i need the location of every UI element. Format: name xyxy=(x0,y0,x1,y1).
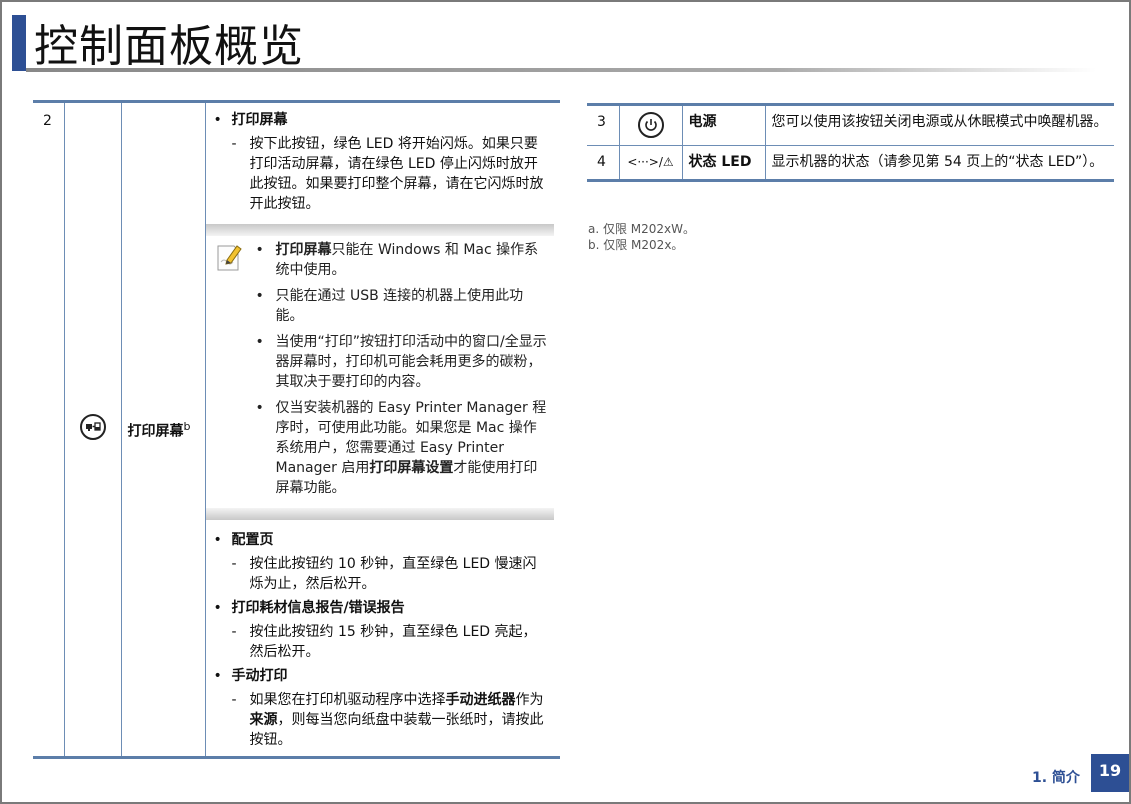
row-number: 2 xyxy=(33,101,65,758)
sub-text: 按住此按钮约 15 秒钟，直至绿色 LED 亮起，然后松开。 xyxy=(249,624,537,660)
title-accent-bar xyxy=(12,15,26,71)
row-name-cell: 打印屏幕b xyxy=(121,101,206,758)
power-icon xyxy=(637,112,664,138)
row-name: 状态 LED xyxy=(682,145,766,181)
sub-item: - 按住此按钮约 10 秒钟，直至绿色 LED 慢速闪烁为止，然后松开。 xyxy=(231,556,537,592)
note-box: • 打印屏幕只能在 Windows 和 Mac 操作系统中使用。 • 只能在通过 U… xyxy=(205,224,554,520)
bullet-title: 手动打印 xyxy=(231,668,288,684)
row-icon-cell xyxy=(619,104,683,146)
note-item: • 只能在通过 USB 连接的机器上使用此功能。 xyxy=(255,288,524,324)
note-text: 当使用“打印”按钮打印活动中的窗口/全显示器屏幕时，打印机可能会耗用更多的碳粉，… xyxy=(275,334,547,390)
note-top-shade xyxy=(205,224,554,236)
row-description: 您可以使用该按钮关闭电源或从休眠模式中唤醒机器。 xyxy=(771,114,1108,130)
bullet-config-page: • 配置页 xyxy=(206,530,555,550)
control-panel-table: 2 打印屏幕b • 打印屏幕 - 按下此按钮，绿色 LED 将开始闪烁。如果只要… xyxy=(33,100,560,759)
footnotes: a. 仅限 M202xW。 b. 仅限 M202x。 xyxy=(588,221,695,253)
row-name: 打印屏幕 xyxy=(127,423,184,440)
note-text: 只能在通过 USB 连接的机器上使用此功能。 xyxy=(275,288,524,324)
page-title: 控制面板概览 xyxy=(34,21,304,72)
table-row: 2 打印屏幕b • 打印屏幕 - 按下此按钮，绿色 LED 将开始闪烁。如果只要… xyxy=(33,101,560,758)
row-number: 4 xyxy=(587,145,620,181)
table-row: 3 电源 您可以使用该按钮关闭电源或从休眠模式中唤醒机器。 xyxy=(587,104,1114,146)
table-row: 4 <···>/⚠ 状态 LED 显示机器的状态（请参见第 54 页上的“状态 … xyxy=(587,145,1114,181)
bullet-manual-print: • 手动打印 xyxy=(206,666,555,686)
row-description: 显示机器的状态（请参见第 54 页上的“状态 LED”）。 xyxy=(765,145,1114,181)
sub-text: ，则每当您向纸盘中装载一张纸时，请按此按钮。 xyxy=(249,712,544,748)
row-description: • 打印屏幕 - 按下此按钮，绿色 LED 将开始闪烁。如果只要打印活动屏幕，请在绿… xyxy=(205,102,560,758)
note-item: • 打印屏幕只能在 Windows 和 Mac 操作系统中使用。 xyxy=(255,242,539,278)
footnote-ref: b xyxy=(183,420,191,434)
sub-text: 按下此按钮，绿色 LED 将开始闪烁。如果只要打印活动屏幕，请在绿色 LED 停… xyxy=(249,136,544,212)
footnote: b. 仅限 M202x。 xyxy=(588,238,684,252)
sub-text: 如果您在打印机驱动程序中选择 xyxy=(249,692,446,708)
sub-text: 按住此按钮约 10 秒钟，直至绿色 LED 慢速闪烁为止，然后松开。 xyxy=(249,556,537,592)
note-bold: 打印屏幕 xyxy=(275,242,332,258)
status-led-icon: <···>/⚠ xyxy=(619,145,683,181)
sub-item: - 按住此按钮约 15 秒钟，直至绿色 LED 亮起，然后松开。 xyxy=(231,624,537,660)
sub-item: - 如果您在打印机驱动程序中选择手动进纸器作为来源，则每当您向纸盘中装载一张纸时，… xyxy=(231,692,544,748)
bullet-title: 配置页 xyxy=(231,532,274,548)
sub-text: 作为 xyxy=(515,692,544,708)
note-bottom-shade xyxy=(205,508,554,520)
row-number: 3 xyxy=(587,104,620,146)
row-icon-cell xyxy=(64,101,122,758)
bullet-print-screen: • 打印屏幕 xyxy=(206,110,555,130)
page-number-badge: 19 xyxy=(1091,754,1129,792)
row-name: 电源 xyxy=(682,104,766,146)
control-panel-table-continued: 3 电源 您可以使用该按钮关闭电源或从休眠模式中唤醒机器。 4 <···>/⚠ … xyxy=(587,103,1114,182)
note-item: • 仅当安装机器的 Easy Printer Manager 程序时，可使用此功能… xyxy=(255,400,547,496)
note-item: • 当使用“打印”按钮打印活动中的窗口/全显示器屏幕时，打印机可能会耗用更多的碳粉… xyxy=(255,334,547,390)
sub-bold: 手动进纸器 xyxy=(445,692,516,708)
print-screen-icon xyxy=(79,413,106,440)
title-rule xyxy=(26,68,1096,72)
footnote: a. 仅限 M202xW。 xyxy=(588,222,696,236)
bullet-supplies-report: • 打印耗材信息报告/错误报告 xyxy=(206,598,555,618)
bullet-title: 打印屏幕 xyxy=(231,112,288,128)
bullet-title: 打印耗材信息报告/错误报告 xyxy=(231,600,405,616)
document-page: 控制面板概览 2 打印屏幕b • 打印屏幕 - 按下此按钮，绿色 LED 将开始… xyxy=(2,2,1129,802)
note-bold: 打印屏幕设置 xyxy=(369,460,454,476)
sub-bold: 来源 xyxy=(249,712,278,728)
footer-section-link[interactable]: 1. 简介 xyxy=(1032,767,1080,787)
sub-item: - 按下此按钮，绿色 LED 将开始闪烁。如果只要打印活动屏幕，请在绿色 LED … xyxy=(231,136,544,212)
status-led-icon-text: <···>/⚠ xyxy=(627,155,674,169)
